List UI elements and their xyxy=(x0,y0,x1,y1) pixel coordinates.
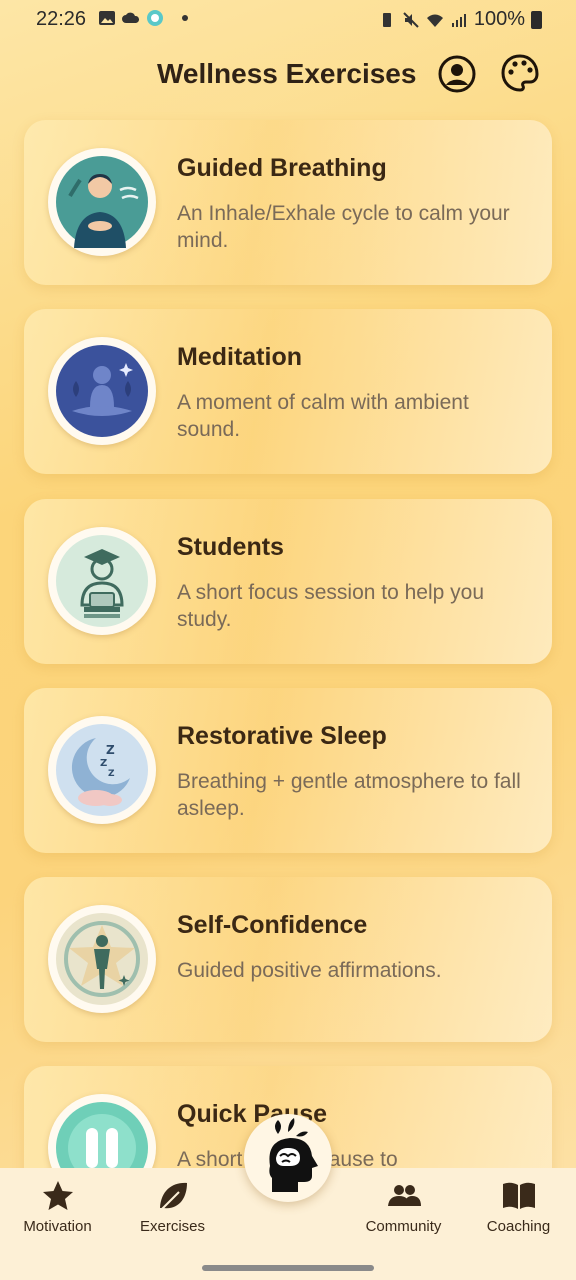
nav-exercises[interactable]: Exercises xyxy=(115,1168,230,1258)
nav-label: Exercises xyxy=(139,1218,206,1235)
palette-icon[interactable] xyxy=(500,53,540,93)
page-title: Wellness Exercises xyxy=(157,58,417,89)
card-description: An Inhale/Exhale cycle to calm your mind… xyxy=(177,202,510,252)
student-icon xyxy=(48,527,156,635)
breathing-person-icon xyxy=(48,148,156,256)
exercise-card-meditation[interactable]: Meditation A moment of calm with ambient… xyxy=(24,309,552,474)
app-notification-icon xyxy=(147,10,163,26)
card-description: Guided positive affirmations. xyxy=(177,959,442,982)
meditation-icon xyxy=(48,337,156,445)
status-time: 22:26 xyxy=(36,8,87,30)
brain-head-icon xyxy=(269,1118,318,1192)
exercise-card-students[interactable]: Students A short focus session to help y… xyxy=(24,499,552,664)
people-icon xyxy=(387,1185,421,1206)
image-notification-icon xyxy=(99,11,115,25)
battery-icon xyxy=(531,10,542,29)
moon-sleep-icon: Z Z Z xyxy=(48,716,156,824)
card-title: Students xyxy=(177,533,284,561)
notification-icons xyxy=(98,9,188,27)
home-indicator[interactable] xyxy=(202,1265,374,1271)
status-bar: 22:26 100% xyxy=(0,0,576,40)
svg-text:Z: Z xyxy=(106,743,115,757)
center-brain-logo-button[interactable] xyxy=(244,1114,332,1202)
card-description: A moment of calm with ambient sound. xyxy=(177,391,469,441)
card-title: Self-Confidence xyxy=(177,911,368,939)
book-icon xyxy=(502,1182,535,1209)
profile-icon[interactable] xyxy=(438,55,476,93)
nav-label: Community xyxy=(365,1218,442,1235)
svg-text:Z: Z xyxy=(100,758,107,769)
nav-motivation[interactable]: Motivation xyxy=(0,1168,115,1258)
card-title: Guided Breathing xyxy=(177,154,387,182)
battery-percent: 100% xyxy=(473,8,525,30)
confidence-star-icon xyxy=(48,905,156,1013)
card-description: A short focus session to help you study. xyxy=(177,581,485,631)
nav-label: Coaching xyxy=(486,1218,551,1235)
nav-coaching[interactable]: Coaching xyxy=(461,1168,576,1258)
wifi-icon xyxy=(426,14,443,27)
nav-label: Motivation xyxy=(23,1218,92,1235)
more-notifications-dot xyxy=(182,15,188,21)
battery-saver-icon xyxy=(382,12,391,27)
card-title: Meditation xyxy=(177,343,302,371)
star-icon xyxy=(42,1181,73,1210)
card-title: Restorative Sleep xyxy=(177,722,387,750)
card-description: Breathing + gentle atmosphere to fall as… xyxy=(177,770,521,820)
nav-community[interactable]: Community xyxy=(346,1168,461,1258)
signal-icon xyxy=(451,13,466,27)
exercise-card-self-confidence[interactable]: Self-Confidence Guided positive affirmat… xyxy=(24,877,552,1042)
leaf-icon xyxy=(159,1182,187,1211)
svg-text:Z: Z xyxy=(108,769,115,779)
exercise-card-restorative-sleep[interactable]: Z Z Z Restorative Sleep Breathing + gent… xyxy=(24,688,552,853)
exercise-card-guided-breathing[interactable]: Guided Breathing An Inhale/Exhale cycle … xyxy=(24,120,552,285)
mute-icon xyxy=(403,11,419,28)
cloud-icon xyxy=(122,12,140,23)
system-status: 100% xyxy=(378,8,542,31)
